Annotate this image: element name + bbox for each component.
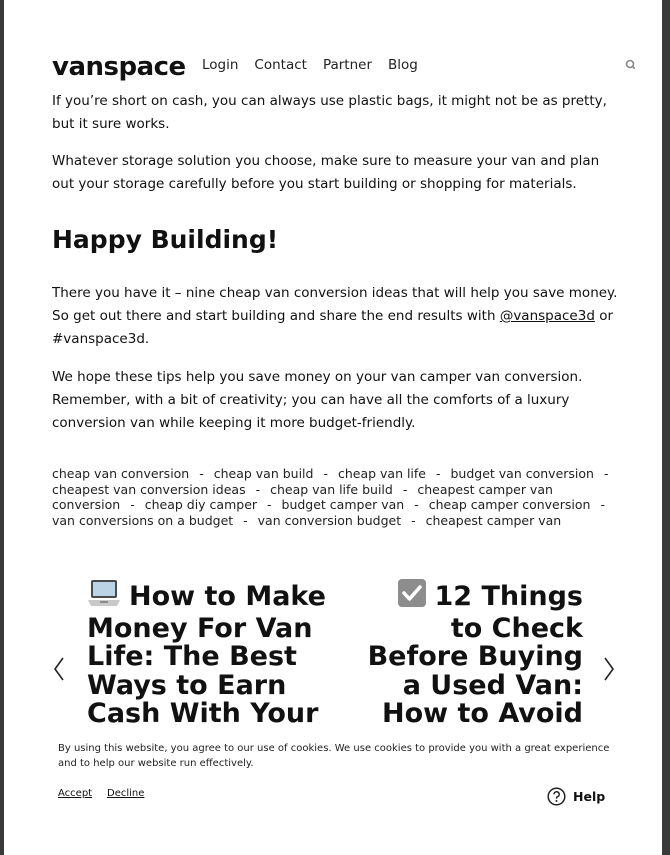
tag-separator: - [323, 466, 328, 481]
nav-partner[interactable]: Partner [323, 57, 372, 73]
tag-link[interactable]: cheapest camper van [426, 513, 562, 528]
accept-button[interactable]: Accept [58, 788, 92, 799]
hashtag-text: #vanspace3d. [52, 331, 150, 347]
tag-list: cheap van conversion - cheap van build -… [52, 466, 618, 528]
or-text: or [599, 308, 614, 324]
question-circle-icon [547, 787, 566, 806]
tag-link[interactable]: cheap camper conversion [429, 497, 591, 512]
help-button[interactable]: Help [547, 787, 605, 806]
tag-separator: - [402, 481, 408, 497]
nav-contact[interactable]: Contact [254, 57, 307, 73]
site-header: vanspace Login Contact Partner Blog [4, 44, 662, 90]
article-paragraph-storage: Whatever storage solution you choose, ma… [52, 153, 600, 192]
site-logo[interactable]: vanspace [52, 52, 186, 82]
nav-login[interactable]: Login [202, 57, 238, 73]
article-paragraph-cut: If you’re short on cash, you can always … [52, 93, 607, 132]
carousel-card-title: How to Make Money For Van Life: The Best… [87, 581, 326, 729]
tag-separator: - [414, 497, 419, 513]
laptop-icon [87, 578, 121, 615]
article-paragraph-intro: There you have it – nine cheap van conve… [52, 282, 618, 351]
tag-link[interactable]: cheap diy camper [145, 497, 257, 512]
tag-link[interactable]: van conversions on a budget [52, 513, 233, 528]
nav-blog[interactable]: Blog [388, 57, 418, 73]
tag-link[interactable]: cheap van life build [270, 482, 393, 497]
carousel-card[interactable]: How to Make Money For Van Life: The Best… [87, 578, 337, 729]
tag-separator: - [600, 497, 605, 513]
related-posts-carousel: How to Make Money For Van Life: The Best… [4, 578, 662, 730]
tag-link[interactable]: cheapest van conversion ideas [52, 482, 246, 497]
tag-link[interactable]: cheap van conversion [52, 466, 189, 481]
page: If you’re short on cash, you can always … [4, 0, 662, 855]
help-label: Help [573, 789, 606, 804]
instagram-handle-link[interactable]: @vanspace3d [500, 308, 595, 324]
tag-separator: - [130, 497, 135, 513]
tag-separator: - [255, 481, 261, 497]
tag-link[interactable]: van conversion budget [258, 513, 401, 528]
check-box-icon [397, 578, 427, 615]
tag-separator: - [199, 466, 204, 481]
cookie-banner: By using this website, you agree to our … [4, 730, 662, 855]
tag-separator: - [243, 512, 248, 528]
section-heading: Happy Building! [52, 225, 279, 254]
tag-separator: - [603, 466, 609, 481]
tag-link[interactable]: cheap van life [338, 466, 426, 481]
tag-link[interactable]: budget van conversion [450, 466, 593, 481]
tag-separator: - [435, 466, 441, 481]
tag-link[interactable]: budget camper van [282, 497, 405, 512]
tag-separator: - [411, 512, 416, 528]
tag-link[interactable]: cheap van build [214, 466, 314, 481]
main-nav: Login Contact Partner Blog [202, 57, 418, 73]
article-paragraph-hope: We hope these tips help you save money o… [52, 369, 583, 431]
chevron-right-icon[interactable] [602, 656, 616, 682]
carousel-card[interactable]: 12 Things to Check Before Buying a Used … [361, 578, 583, 730]
tag-separator: - [267, 497, 272, 513]
search-icon[interactable] [625, 59, 635, 69]
cookie-text: By using this website, you agree to our … [58, 743, 610, 769]
chevron-left-icon[interactable] [52, 656, 66, 682]
decline-button[interactable]: Decline [107, 788, 144, 799]
